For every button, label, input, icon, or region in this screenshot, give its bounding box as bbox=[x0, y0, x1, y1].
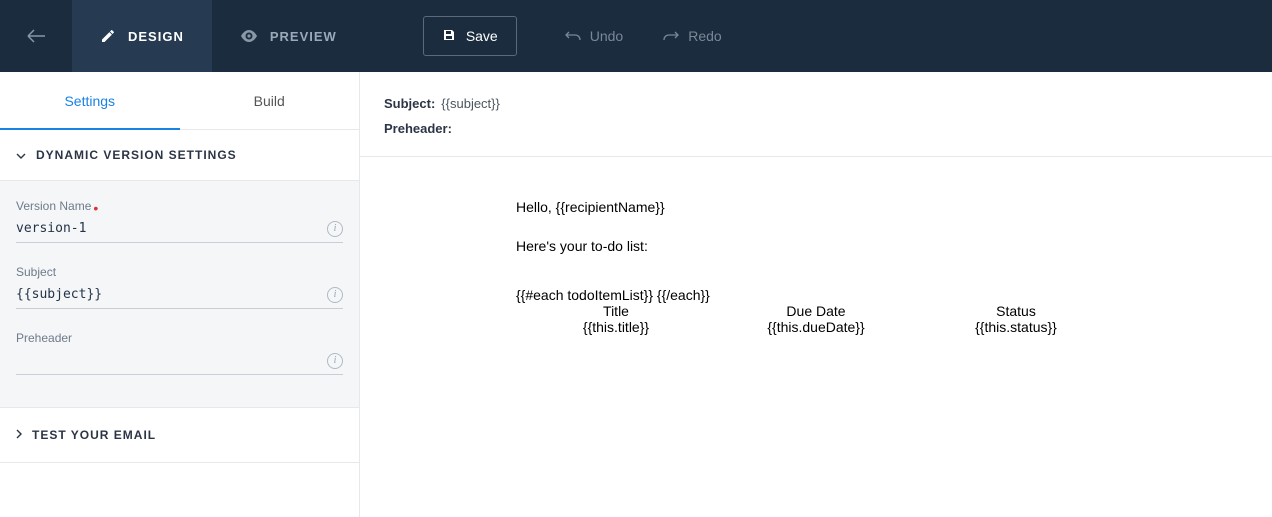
panel-test-email[interactable]: Test Your Email bbox=[0, 408, 359, 463]
field-subject: Subject i bbox=[16, 265, 343, 309]
preheader-label: Preheader bbox=[16, 331, 343, 345]
undo-label: Undo bbox=[590, 28, 623, 44]
sidebar-tab-settings[interactable]: Settings bbox=[0, 72, 180, 129]
email-intro: Here's your to-do list: bbox=[516, 236, 1116, 257]
email-greeting: Hello, {{recipientName}} bbox=[516, 197, 1116, 218]
email-meta: Subject: {{subject}} Preheader: bbox=[360, 72, 1272, 157]
preheader-meta-label: Preheader: bbox=[384, 121, 452, 136]
eye-icon bbox=[240, 30, 258, 42]
th-status: Status bbox=[916, 303, 1116, 319]
sidebar-tabs: Settings Build bbox=[0, 72, 359, 130]
save-label: Save bbox=[466, 28, 498, 44]
undo-redo-group: Undo Redo bbox=[565, 28, 722, 44]
info-icon[interactable]: i bbox=[327, 353, 343, 369]
redo-button[interactable]: Redo bbox=[663, 28, 721, 44]
undo-button[interactable]: Undo bbox=[565, 28, 623, 44]
th-due: Due Date bbox=[716, 303, 916, 319]
redo-label: Redo bbox=[688, 28, 721, 44]
back-button[interactable] bbox=[0, 0, 72, 72]
redo-icon bbox=[663, 28, 679, 44]
table-row: {{this.title}} {{this.dueDate}} {{this.s… bbox=[516, 319, 1116, 335]
panel-dynamic-version[interactable]: Dynamic Version Settings bbox=[0, 130, 359, 180]
field-preheader: Preheader i bbox=[16, 331, 343, 375]
tab-design-label: Design bbox=[128, 29, 184, 44]
td-status: {{this.status}} bbox=[916, 319, 1116, 335]
table-header-row: Title Due Date Status bbox=[516, 303, 1116, 319]
info-icon[interactable]: i bbox=[327, 287, 343, 303]
td-title: {{this.title}} bbox=[516, 319, 716, 335]
save-icon bbox=[442, 28, 456, 45]
sidebar: Settings Build Dynamic Version Settings … bbox=[0, 72, 360, 517]
pencil-icon bbox=[100, 28, 116, 44]
email-canvas[interactable]: Hello, {{recipientName}} Here's your to-… bbox=[360, 157, 1272, 375]
subject-input[interactable] bbox=[16, 285, 327, 304]
test-email-label: Test Your Email bbox=[32, 428, 156, 442]
arrow-left-icon bbox=[26, 29, 46, 43]
tab-preview-label: Preview bbox=[270, 29, 337, 44]
td-due: {{this.dueDate}} bbox=[716, 319, 916, 335]
field-version-name: Version Name• i bbox=[16, 199, 343, 243]
email-body: Hello, {{recipientName}} Here's your to-… bbox=[516, 197, 1116, 335]
each-loop: {{#each todoItemList}} {{/each}} bbox=[516, 287, 1116, 303]
panel-body: Version Name• i Subject i Preheader i bbox=[0, 180, 359, 408]
version-name-input[interactable] bbox=[16, 219, 327, 238]
sidebar-tab-build[interactable]: Build bbox=[180, 72, 360, 129]
th-title: Title bbox=[516, 303, 716, 319]
info-icon[interactable]: i bbox=[327, 221, 343, 237]
tab-design[interactable]: Design bbox=[72, 0, 212, 72]
topbar: Design Preview Save Undo Redo bbox=[0, 0, 1272, 72]
required-indicator: • bbox=[93, 200, 98, 216]
tab-preview[interactable]: Preview bbox=[212, 0, 365, 72]
subject-meta-label: Subject: bbox=[384, 96, 435, 111]
email-table: {{#each todoItemList}} {{/each}} Title D… bbox=[516, 287, 1116, 335]
undo-icon bbox=[565, 28, 581, 44]
body: Settings Build Dynamic Version Settings … bbox=[0, 72, 1272, 517]
save-button[interactable]: Save bbox=[423, 16, 517, 56]
version-name-label: Version Name• bbox=[16, 199, 343, 213]
chevron-down-icon bbox=[16, 148, 26, 162]
preheader-input[interactable] bbox=[16, 351, 327, 370]
subject-label: Subject bbox=[16, 265, 343, 279]
content-area: Subject: {{subject}} Preheader: Hello, {… bbox=[360, 72, 1272, 517]
subject-meta-value: {{subject}} bbox=[441, 96, 500, 111]
chevron-right-icon bbox=[16, 428, 22, 442]
panel-title: Dynamic Version Settings bbox=[36, 148, 237, 162]
